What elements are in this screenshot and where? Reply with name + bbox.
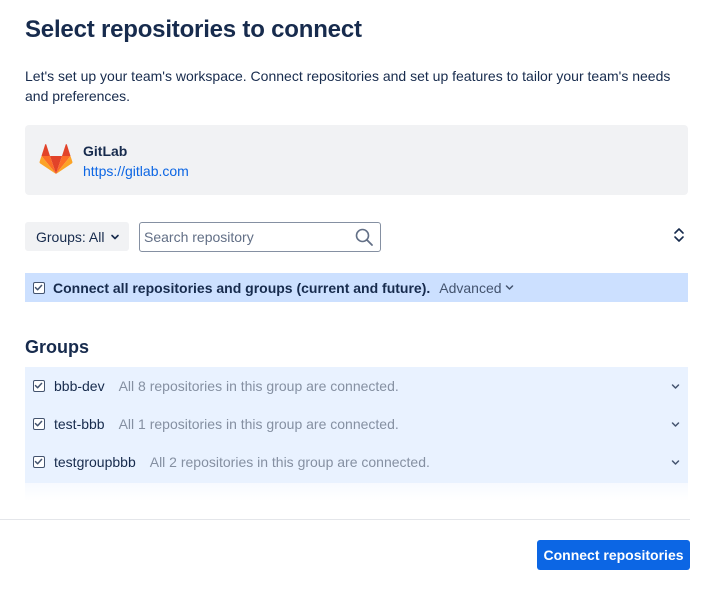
footer-divider xyxy=(0,519,690,520)
connect-all-row: Connect all repositories and groups (cur… xyxy=(25,273,688,302)
group-checkbox[interactable] xyxy=(33,380,45,392)
connect-all-checkbox[interactable] xyxy=(33,281,45,294)
groups-heading: Groups xyxy=(25,337,90,357)
search-repository-box xyxy=(139,222,381,252)
search-input[interactable] xyxy=(144,227,344,247)
chevron-down-icon[interactable] xyxy=(671,458,680,467)
chevron-down-icon[interactable] xyxy=(671,382,680,391)
provider-name: GitLab xyxy=(83,143,128,159)
group-status: All 8 repositories in this group are con… xyxy=(118,378,399,394)
chevron-down-icon xyxy=(111,234,120,239)
group-row[interactable]: test-bbb All 1 repositories in this grou… xyxy=(25,405,688,443)
groups-filter-dropdown[interactable]: Groups: All xyxy=(25,222,129,251)
checkmark-icon xyxy=(34,284,43,290)
advanced-label: Advanced xyxy=(439,279,502,296)
group-checkbox[interactable] xyxy=(33,456,45,468)
chevron-down-icon xyxy=(505,285,513,290)
list-fade xyxy=(25,483,688,501)
page-title: Select repositories to connect xyxy=(25,16,362,43)
group-name: testgroupbbb xyxy=(54,454,136,470)
sort-icon[interactable] xyxy=(672,226,686,244)
group-name: test-bbb xyxy=(54,416,105,432)
provider-url-link[interactable]: https://gitlab.com xyxy=(83,163,189,179)
gitlab-logo-icon xyxy=(39,144,73,174)
groups-list: bbb-dev All 8 repositories in this group… xyxy=(25,367,688,483)
connect-repositories-button[interactable]: Connect repositories xyxy=(537,540,690,570)
search-icon[interactable] xyxy=(354,227,374,247)
group-status: All 1 repositories in this group are con… xyxy=(118,416,399,432)
connect-all-label: Connect all repositories and groups (cur… xyxy=(53,279,431,296)
groups-filter-label: Groups: All xyxy=(36,228,105,245)
group-name: bbb-dev xyxy=(54,378,105,394)
group-checkbox[interactable] xyxy=(33,418,45,430)
checkmark-icon xyxy=(34,420,43,427)
checkmark-icon xyxy=(34,382,43,389)
group-status: All 2 repositories in this group are con… xyxy=(149,454,430,470)
provider-card: GitLab https://gitlab.com xyxy=(25,125,688,195)
page-description: Let's set up your team's workspace. Conn… xyxy=(25,68,671,104)
advanced-toggle[interactable]: Advanced xyxy=(439,280,513,296)
group-row[interactable]: testgroupbbb All 2 repositories in this … xyxy=(25,443,688,481)
chevron-down-icon[interactable] xyxy=(671,420,680,429)
checkmark-icon xyxy=(34,458,43,465)
group-row[interactable]: bbb-dev All 8 repositories in this group… xyxy=(25,367,688,405)
